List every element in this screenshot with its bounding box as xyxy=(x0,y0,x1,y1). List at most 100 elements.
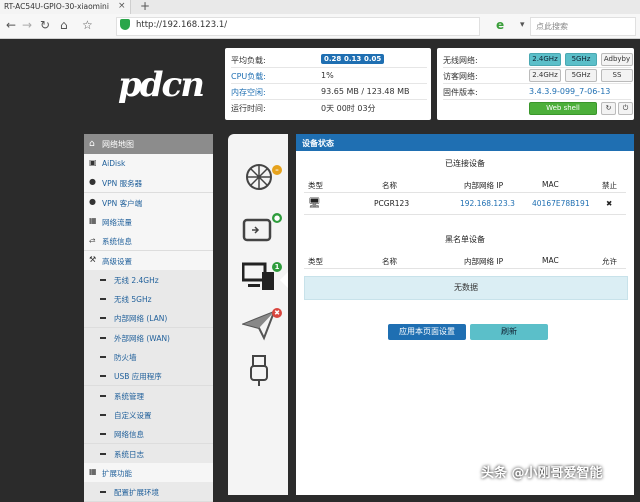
wireless-row: 无线网络: 2.4GHz 5GHz Adbyby xyxy=(443,52,633,68)
firmware-row: 固件版本: 3.4.3.9-099_7-06-13 xyxy=(443,84,631,100)
tablet-icon[interactable] xyxy=(242,214,276,248)
avg-load-label: 平均负载: xyxy=(231,56,266,65)
block-device-button[interactable]: ✖ xyxy=(606,199,612,208)
dash-icon xyxy=(100,433,106,436)
chart-icon: ▦ xyxy=(89,215,97,225)
browser-tab[interactable]: RT-AC54U-GPIO-30-xiaomini × xyxy=(0,0,131,14)
clients-monitor-icon[interactable] xyxy=(241,260,276,294)
grid-icon: ▦ xyxy=(89,466,97,476)
back-icon[interactable]: ← xyxy=(6,18,16,32)
usb-icon[interactable] xyxy=(242,354,276,388)
dash-icon xyxy=(100,356,106,358)
cpu-label[interactable]: CPU负载: xyxy=(231,71,266,82)
device-ip[interactable]: 192.168.123.3 xyxy=(460,199,515,208)
dash-icon xyxy=(100,298,106,301)
mem-label[interactable]: 内存空闲: xyxy=(231,87,266,98)
wifi-24-button[interactable]: 2.4GHz xyxy=(529,53,561,66)
new-tab-icon[interactable]: + xyxy=(140,0,150,13)
sidebar-item-12[interactable]: 系统管理 xyxy=(84,385,213,406)
col-type: 类型 xyxy=(308,181,323,190)
shield-icon xyxy=(120,19,130,30)
apply-settings-button[interactable]: 应用本页面设置 xyxy=(388,324,466,340)
sidebar-item-16[interactable]: ▦ 扩展功能 xyxy=(84,462,213,483)
avg-load-row: 平均负载: 0.28 0.13 0.05 xyxy=(231,52,427,68)
sidebar-header-network-map[interactable]: ⌂ 网络地图 xyxy=(84,134,213,154)
sidebar-item-17[interactable]: 配置扩展环境 xyxy=(84,482,213,502)
star-icon[interactable]: ☆ xyxy=(82,18,93,32)
internet-globe-icon[interactable] xyxy=(242,160,276,194)
sidebar-item-13[interactable]: 自定义设置 xyxy=(84,404,213,425)
wireless-label: 无线网络: xyxy=(443,56,478,65)
ie-compat-icon[interactable]: e xyxy=(496,18,504,32)
dash-icon xyxy=(100,491,106,494)
adbyby-button[interactable]: Adbyby xyxy=(601,53,633,66)
sidebar-item-0[interactable]: ▣ AiDisk xyxy=(84,154,213,174)
refresh-icon[interactable]: ↻ xyxy=(601,102,616,115)
dash-icon xyxy=(100,413,106,416)
close-icon[interactable]: × xyxy=(118,1,126,11)
search-icon[interactable]: ▾ xyxy=(520,20,525,30)
globe-icon: ● xyxy=(89,196,96,206)
sidebar-item-5[interactable]: ⚒ 高级设置 xyxy=(84,250,213,271)
firmware-value[interactable]: 3.4.3.9-099_7-06-13 xyxy=(529,87,610,96)
forward-icon[interactable]: → xyxy=(22,18,32,32)
connected-devices-title: 已连接设备 xyxy=(445,159,485,168)
sidebar-item-label: 无线 2.4GHz xyxy=(114,275,159,285)
sidebar-item-9[interactable]: 外部网络 (WAN) xyxy=(84,327,213,348)
col-mac: MAC xyxy=(542,180,559,189)
sidebar-item-3[interactable]: ▦ 网络流量 xyxy=(84,211,213,232)
load-badge-15: 0.05 xyxy=(361,54,385,64)
sidebar-item-1[interactable]: ● VPN 服务器 xyxy=(84,173,213,194)
sidebar-item-4[interactable]: ⥄ 系统信息 xyxy=(84,231,213,252)
panel-title: 设备状态 xyxy=(302,139,334,148)
sidebar-item-11[interactable]: USB 应用程序 xyxy=(84,366,213,387)
sidebar-item-8[interactable]: 内部网络 (LAN) xyxy=(84,308,213,329)
bl-col-ip: 内部网络 IP xyxy=(464,257,504,266)
col-ip: 内部网络 IP xyxy=(464,181,504,190)
sidebar-item-2[interactable]: ● VPN 客户端 xyxy=(84,192,213,213)
device-mac[interactable]: 40167E78B191 xyxy=(532,199,590,208)
active-pointer xyxy=(280,272,288,288)
uptime-label: 运行时间: xyxy=(231,104,266,113)
col-block: 禁止 xyxy=(602,181,617,190)
dash-icon xyxy=(100,278,106,281)
webshell-button[interactable]: Web shell xyxy=(529,102,597,115)
sidebar-item-10[interactable]: 防火墙 xyxy=(84,347,213,367)
sidebar-item-label: 高级设置 xyxy=(102,256,132,266)
firmware-label: 固件版本: xyxy=(443,88,478,97)
clients-count-badge: 1 xyxy=(272,262,282,272)
paper-plane-icon[interactable] xyxy=(240,308,276,342)
sidebar-item-label: USB 应用程序 xyxy=(114,372,162,382)
refresh-button[interactable]: 刷新 xyxy=(470,324,548,340)
guest-24-button[interactable]: 2.4GHz xyxy=(529,69,561,82)
home-icon: ⌂ xyxy=(89,139,95,149)
address-bar: ← → ↻ ⌂ ☆ http://192.168.123.1/ e ▾ 点此搜索 xyxy=(0,14,640,39)
desktop-icon: 🖥 xyxy=(308,198,321,209)
sidebar-item-label: 配置扩展环境 xyxy=(114,488,159,498)
bl-col-mac: MAC xyxy=(542,256,559,265)
home-icon[interactable]: ⌂ xyxy=(60,18,68,32)
reload-icon[interactable]: ↻ xyxy=(40,18,50,32)
sidebar-item-label: 外部网络 (WAN) xyxy=(114,333,170,343)
wifi-5-button[interactable]: 5GHz xyxy=(565,53,597,66)
sidebar-item-label: VPN 服务器 xyxy=(102,179,143,189)
sidebar-item-6[interactable]: 无线 2.4GHz xyxy=(84,269,213,290)
dash-icon xyxy=(100,452,106,455)
power-icon[interactable]: ⏻ xyxy=(618,102,633,115)
guest-5-button[interactable]: 5GHz xyxy=(565,69,597,82)
status-panel: 平均负载: 0.28 0.13 0.05 CPU负载: 1% 内存空闲: 93.… xyxy=(225,48,431,120)
logo: pdcn xyxy=(118,65,205,105)
sidebar-item-label: 网络流量 xyxy=(102,217,132,227)
sidebar-item-7[interactable]: 无线 5GHz xyxy=(84,289,213,310)
guest-row: 访客网络: 2.4GHz 5GHz SS xyxy=(443,68,633,84)
disk-icon: ▣ xyxy=(89,158,97,167)
col-name: 名称 xyxy=(382,181,397,190)
sidebar-item-15[interactable]: 系统日志 xyxy=(84,443,213,464)
ss-button[interactable]: SS xyxy=(601,69,633,82)
dash-icon xyxy=(100,336,106,339)
sidebar-item-14[interactable]: 网络信息 xyxy=(84,424,213,445)
sidebar: ⌂ 网络地图 ▣ AiDisk ● VPN 服务器 ● VPN 客户端 ▦ 网络流量 ⥄ 系统信息… xyxy=(84,134,213,502)
device-name: PCGR123 xyxy=(374,199,410,208)
mem-value: 93.65 MB / 123.48 MB xyxy=(321,87,410,96)
blacklist-table-header: 类型 名称 内部网络 IP MAC 允许 xyxy=(304,254,626,269)
